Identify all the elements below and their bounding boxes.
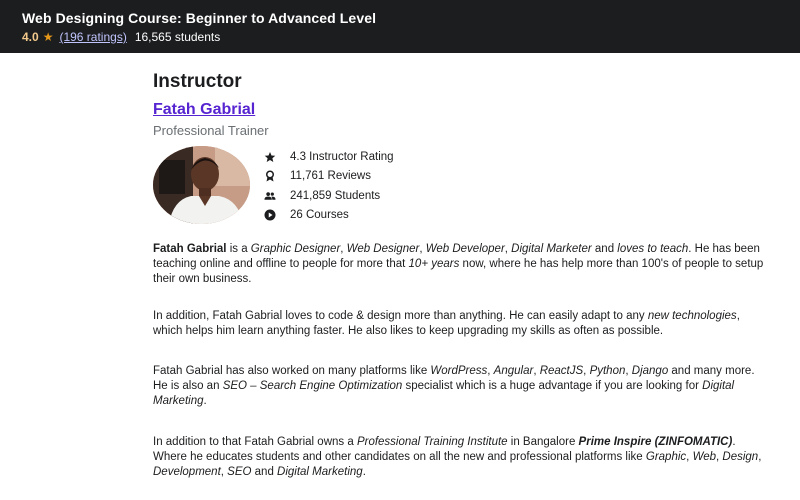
- bio-text-run: Graphic: [645, 451, 687, 463]
- bio-text-run: Web: [692, 451, 717, 463]
- bio-text-run: Web Developer: [425, 243, 505, 255]
- instructor-bio: Fatah Gabrial is a Graphic Designer, Web…: [153, 242, 765, 480]
- stat-courses: 26 Courses: [264, 206, 394, 226]
- bio-text-run: Digital Marketer: [511, 243, 592, 255]
- bio-text-run: 10+ years: [408, 258, 460, 270]
- instructor-stats: 4.3 Instructor Rating 11,761 Reviews 241…: [264, 147, 394, 228]
- course-header-bar: Web Designing Course: Beginner to Advanc…: [0, 0, 800, 53]
- bio-text-run: SEO: [227, 466, 252, 478]
- course-rating-value: 4.0: [22, 30, 39, 44]
- bio-text-run: and: [591, 243, 618, 255]
- bio-text-run: Angular: [493, 365, 534, 377]
- bio-text-run: .: [362, 466, 366, 478]
- stat-rating-label: 4.3 Instructor Rating: [290, 150, 394, 163]
- bio-text-run: ,: [758, 451, 762, 463]
- students-count: 16,565 students: [134, 30, 221, 44]
- bio-text-run: Development: [153, 466, 221, 478]
- bio-paragraph-2: In addition, Fatah Gabrial loves to code…: [153, 309, 765, 339]
- bio-text-run: new technologies: [647, 310, 737, 322]
- section-heading: Instructor: [153, 71, 242, 92]
- bio-text-run: Prime Inspire (ZINFOMATIC): [578, 436, 733, 448]
- bio-paragraph-3: Fatah Gabrial has also worked on many pl…: [153, 364, 765, 409]
- instructor-job-title: Professional Trainer: [153, 123, 269, 138]
- award-icon: [264, 170, 276, 182]
- bio-text-run: Professional Training Institute: [356, 436, 508, 448]
- instructor-profile: 4.3 Instructor Rating 11,761 Reviews 241…: [153, 146, 765, 228]
- stat-students: 241,859 Students: [264, 186, 394, 206]
- play-icon: [264, 209, 276, 221]
- instructor-name-link[interactable]: Fatah Gabrial: [153, 100, 255, 120]
- bio-text-run: specialist which is a huge advantage if …: [402, 380, 703, 392]
- course-meta-row: 4.0 ★ (196 ratings) 16,565 students: [22, 30, 778, 45]
- bio-text-run: is a: [226, 243, 251, 255]
- bio-text-run: Graphic Designer: [250, 243, 341, 255]
- bio-text-run: ReactJS: [539, 365, 584, 377]
- bio-text-run: in Bangalore: [507, 436, 579, 448]
- bio-text-run: Digital Marketing: [277, 466, 363, 478]
- bio-text-run: loves to teach: [617, 243, 689, 255]
- stat-reviews-label: 11,761 Reviews: [290, 170, 371, 183]
- bio-text-run: .: [203, 395, 207, 407]
- bio-text-run: SEO – Search Engine Optimization: [222, 380, 403, 392]
- bio-text-run: Fatah Gabrial: [153, 243, 227, 255]
- bio-text-run: Design: [722, 451, 759, 463]
- users-icon: [264, 190, 276, 202]
- instructor-avatar[interactable]: [153, 146, 250, 224]
- stat-reviews: 11,761 Reviews: [264, 167, 394, 187]
- bio-paragraph-4: In addition to that Fatah Gabrial owns a…: [153, 435, 765, 480]
- course-title: Web Designing Course: Beginner to Advanc…: [22, 10, 377, 26]
- bio-text-run: In addition, Fatah Gabrial loves to code…: [153, 310, 648, 322]
- ratings-count-link[interactable]: (196 ratings): [59, 30, 126, 45]
- bio-text-run: Web Designer: [346, 243, 420, 255]
- stat-rating: 4.3 Instructor Rating: [264, 147, 394, 167]
- bio-text-run: Django: [631, 365, 669, 377]
- bio-text-run: Python: [589, 365, 626, 377]
- bio-text-run: and: [251, 466, 278, 478]
- stat-courses-label: 26 Courses: [290, 209, 349, 222]
- star-icon: [264, 151, 276, 163]
- bio-text-run: In addition to that Fatah Gabrial owns a: [153, 436, 357, 448]
- bio-text-run: Fatah Gabrial has also worked on many pl…: [153, 365, 431, 377]
- bio-text-run: WordPress: [430, 365, 488, 377]
- instructor-section: Instructor Fatah Gabrial Professional Tr…: [153, 70, 765, 500]
- stat-students-label: 241,859 Students: [290, 189, 381, 202]
- rating-star-icon: ★: [42, 30, 54, 44]
- bio-paragraph-1: Fatah Gabrial is a Graphic Designer, Web…: [153, 242, 765, 287]
